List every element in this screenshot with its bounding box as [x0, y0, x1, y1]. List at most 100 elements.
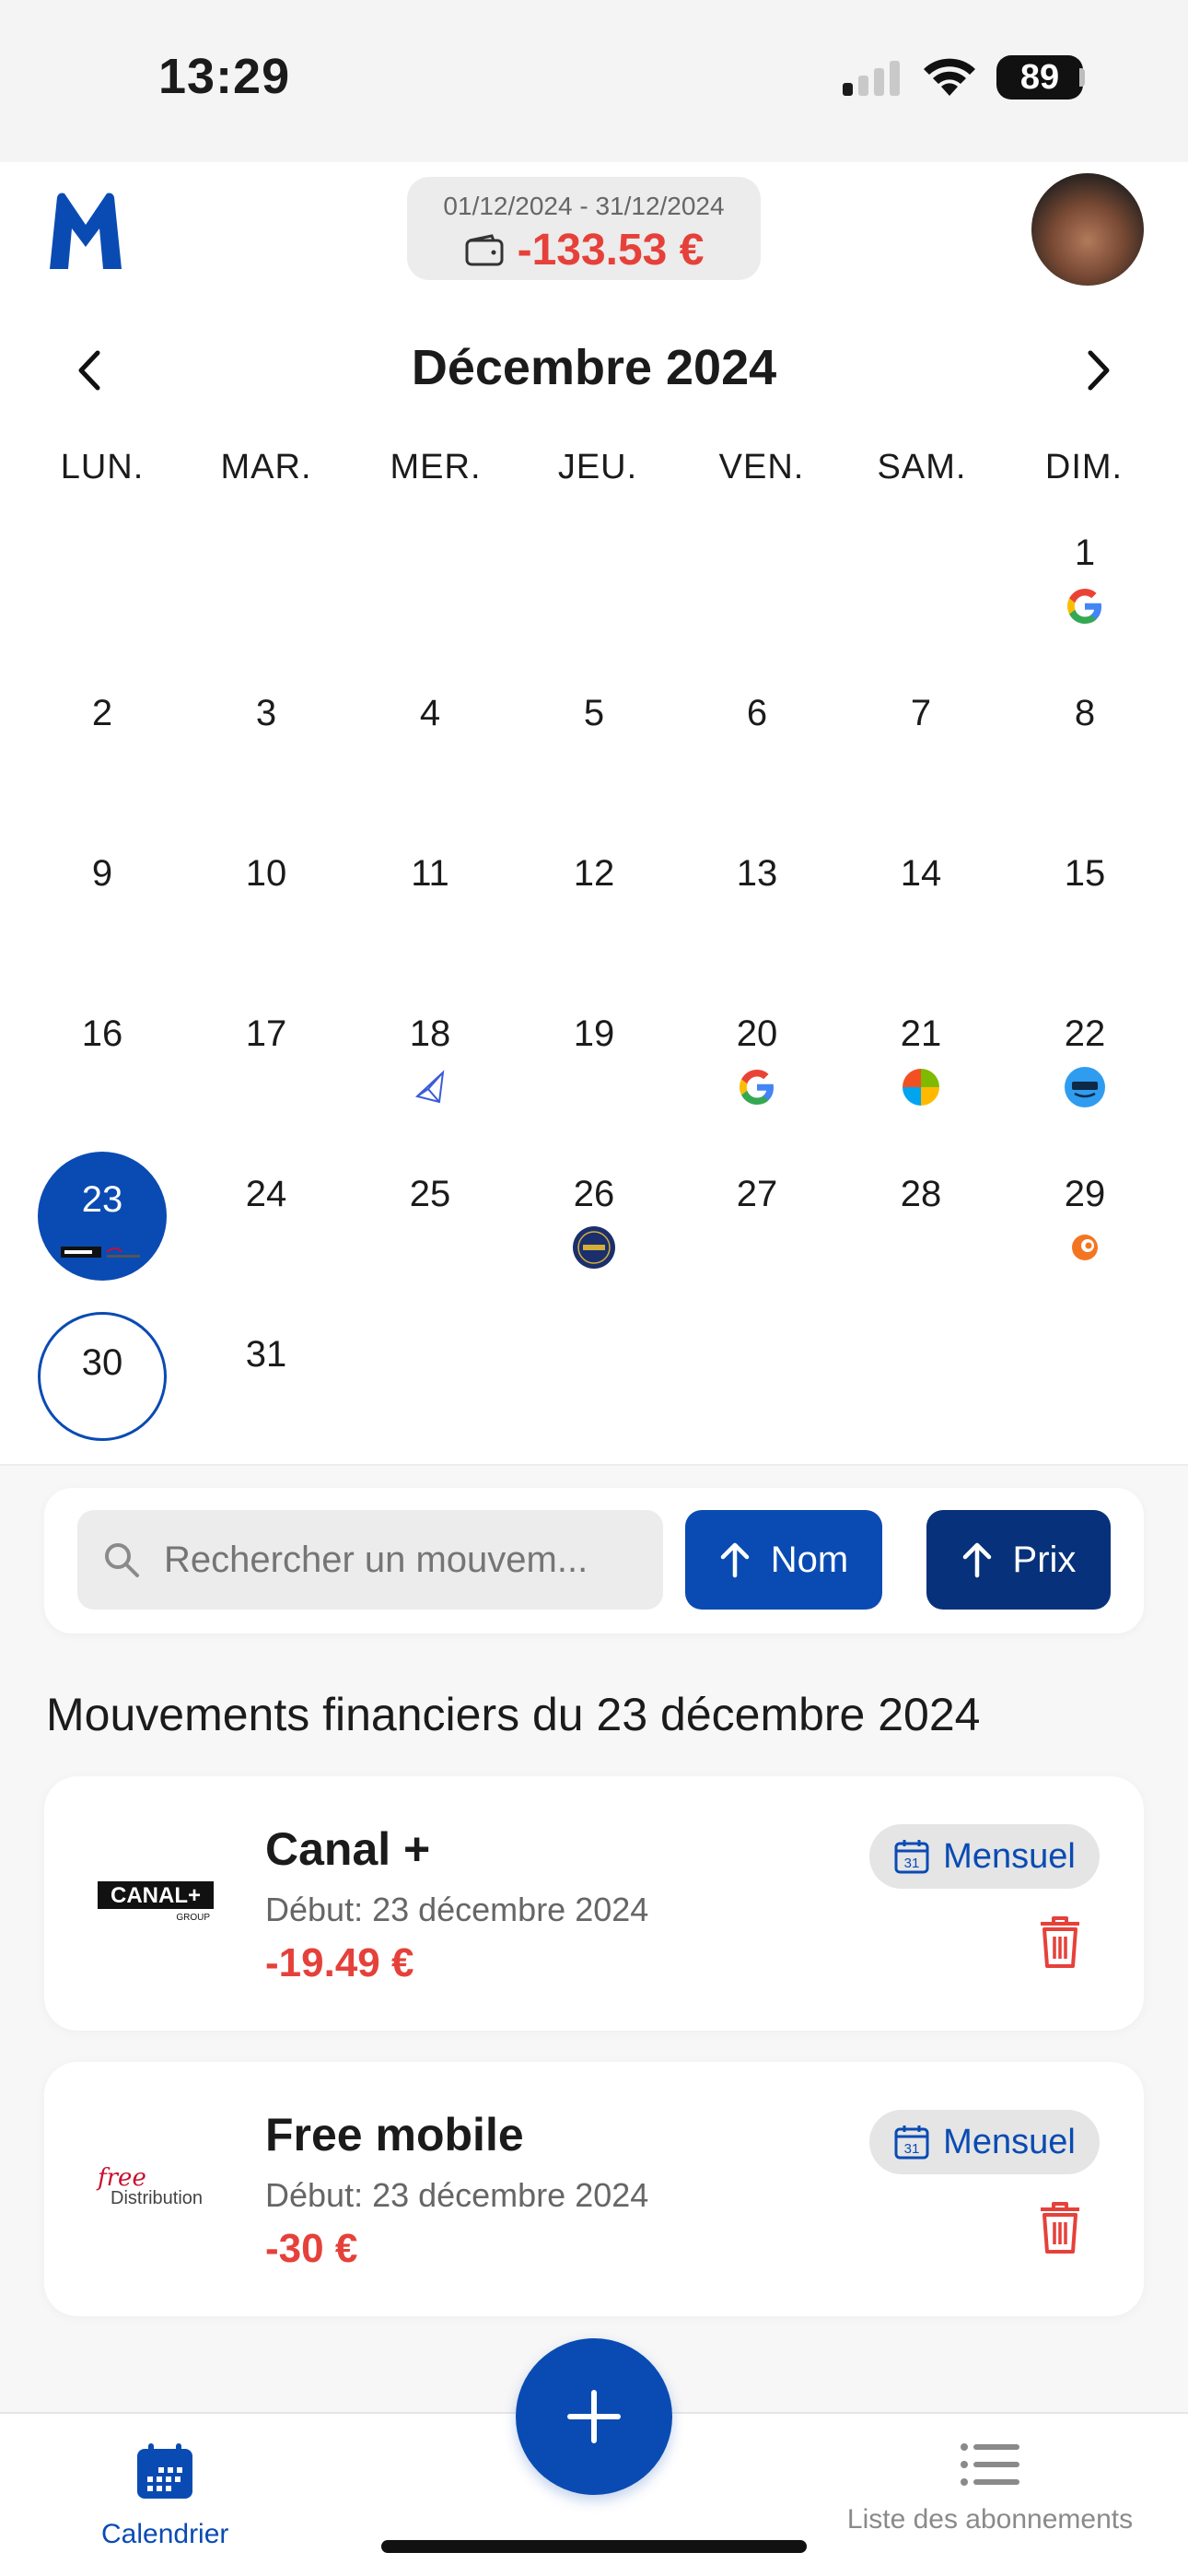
- transaction-card[interactable]: CANAL+ GROUP Canal + Début: 23 décembre …: [44, 1776, 1144, 2031]
- sort-by-name-button[interactable]: Nom: [685, 1510, 882, 1610]
- calendar-day[interactable]: 13: [693, 831, 821, 960]
- transaction-amount: -30 €: [265, 2226, 358, 2271]
- transaction-start-date: Début: 23 décembre 2024: [265, 1891, 649, 1928]
- calendar-day[interactable]: 2: [38, 671, 167, 800]
- svg-text:31: 31: [904, 2141, 920, 2157]
- list-icon: [961, 2443, 1019, 2486]
- calendar-day[interactable]: 17: [202, 991, 331, 1120]
- day-number: 28: [900, 1174, 942, 1214]
- calendar-day[interactable]: 9: [38, 831, 167, 960]
- frequency-badge: 31 Mensuel: [869, 2110, 1100, 2174]
- delete-icon[interactable]: [1037, 1914, 1083, 1970]
- day-number: 10: [245, 853, 287, 894]
- day-number: 21: [900, 1013, 942, 1054]
- day-number: 4: [419, 693, 441, 733]
- service-triangle-icon: [412, 1069, 448, 1106]
- wallet-icon: [465, 233, 504, 265]
- calendar-day[interactable]: 5: [530, 671, 658, 800]
- calendar-day[interactable]: 7: [856, 671, 985, 800]
- avatar[interactable]: [1031, 173, 1144, 286]
- calendar-day[interactable]: 29: [1020, 1152, 1149, 1281]
- calendar-day[interactable]: 25: [366, 1152, 495, 1281]
- period-range: 01/12/2024 - 31/12/2024: [443, 192, 725, 220]
- calendar-day[interactable]: 24: [202, 1152, 331, 1281]
- tab-calendar[interactable]: Calendrier: [101, 2441, 228, 2550]
- search-sort-bar: Nom Prix: [44, 1488, 1144, 1633]
- canal-plus-icon: [61, 1243, 101, 1263]
- calendar-day[interactable]: 12: [530, 831, 658, 960]
- calendar-day[interactable]: 16: [38, 991, 167, 1120]
- calendar-day[interactable]: 8: [1020, 671, 1149, 800]
- calendar-icon: [137, 2443, 193, 2499]
- battery-icon: 89: [996, 55, 1083, 100]
- calendar-day[interactable]: 31: [202, 1312, 331, 1441]
- day-subscription-icons: [530, 1225, 658, 1270]
- search-icon: [105, 1543, 139, 1577]
- next-month-button[interactable]: [1072, 343, 1127, 398]
- calendar-day[interactable]: 27: [693, 1152, 821, 1281]
- crunchyroll-icon: [1069, 1232, 1101, 1263]
- delete-icon[interactable]: [1037, 2200, 1083, 2255]
- sort-by-price-button[interactable]: Prix: [926, 1510, 1111, 1610]
- plus-icon: [567, 2390, 621, 2443]
- weekday-label: LUN.: [60, 448, 145, 486]
- search-field[interactable]: [77, 1510, 663, 1610]
- day-number: 9: [91, 853, 113, 894]
- calendar-icon: 31: [894, 1840, 929, 1874]
- calendar-day[interactable]: 4: [366, 671, 495, 800]
- calendar-day[interactable]: 14: [856, 831, 985, 960]
- day-number: 7: [910, 693, 932, 733]
- google-icon: [1065, 586, 1105, 626]
- battery-cap: [1079, 68, 1085, 87]
- tab-calendar-label: Calendrier: [101, 2519, 229, 2549]
- calendar-day[interactable]: 15: [1020, 831, 1149, 960]
- transaction-name: Canal +: [265, 1823, 431, 1875]
- day-number: 13: [736, 853, 778, 894]
- canal-plus-logo: CANAL+ GROUP: [96, 1868, 215, 1933]
- calendar-day[interactable]: 21: [856, 991, 985, 1120]
- tab-list-label: Liste des abonnements: [846, 2504, 1134, 2535]
- transaction-amount: -19.49 €: [265, 1940, 414, 1985]
- period-summary[interactable]: 01/12/2024 - 31/12/2024 -133.53 €: [407, 177, 761, 280]
- calendar-day[interactable]: 11: [366, 831, 495, 960]
- day-number: 17: [245, 1013, 287, 1054]
- day-number: 23: [81, 1179, 123, 1220]
- transaction-name: Free mobile: [265, 2109, 524, 2160]
- transaction-start-date: Début: 23 décembre 2024: [265, 2176, 649, 2214]
- calendar-day[interactable]: 6: [693, 671, 821, 800]
- day-subscription-icons: [1020, 1225, 1149, 1270]
- day-number: 3: [255, 693, 277, 733]
- day-number: 29: [1064, 1174, 1106, 1214]
- calendar-day[interactable]: 19: [530, 991, 658, 1120]
- calendar-day-selected[interactable]: 23: [38, 1152, 167, 1281]
- tab-subscriptions-list[interactable]: Liste des abonnements: [829, 2441, 1151, 2535]
- calendar-day[interactable]: 22: [1020, 991, 1149, 1120]
- day-subscription-icons: [693, 1065, 821, 1109]
- section-title: Mouvements financiers du 23 décembre 202…: [46, 1689, 981, 1740]
- calendar-day[interactable]: 26: [530, 1152, 658, 1281]
- weekday-header: LUN. MAR. MER. JEU. VEN. SAM. DIM.: [0, 448, 1188, 494]
- calendar-day[interactable]: 1: [1020, 510, 1149, 639]
- status-bar: 13:29 89: [0, 0, 1188, 162]
- sort-name-label: Nom: [770, 1539, 849, 1580]
- period-total: -133.53 €: [517, 226, 705, 275]
- calendar-day[interactable]: 18: [366, 991, 495, 1120]
- app-logo: [50, 193, 122, 269]
- search-input[interactable]: [164, 1539, 643, 1581]
- calendar-day[interactable]: 20: [693, 991, 821, 1120]
- calendar-day[interactable]: 3: [202, 671, 331, 800]
- calendar-day[interactable]: 10: [202, 831, 331, 960]
- calendar-day[interactable]: 28: [856, 1152, 985, 1281]
- day-number: 24: [245, 1174, 287, 1214]
- day-subscription-icons: [38, 1231, 167, 1275]
- add-transaction-button[interactable]: [516, 2338, 672, 2495]
- microsoft-icon: [901, 1067, 941, 1107]
- calendar-day-today[interactable]: 30: [38, 1312, 167, 1441]
- weekday-label: MER.: [390, 448, 482, 486]
- transaction-card[interactable]: free Distribution Free mobile Début: 23 …: [44, 2062, 1144, 2316]
- day-number: 1: [1074, 533, 1096, 573]
- day-number: 25: [409, 1174, 451, 1214]
- day-number: 27: [736, 1174, 778, 1214]
- day-number: 14: [900, 853, 942, 894]
- wifi-icon: [924, 58, 975, 96]
